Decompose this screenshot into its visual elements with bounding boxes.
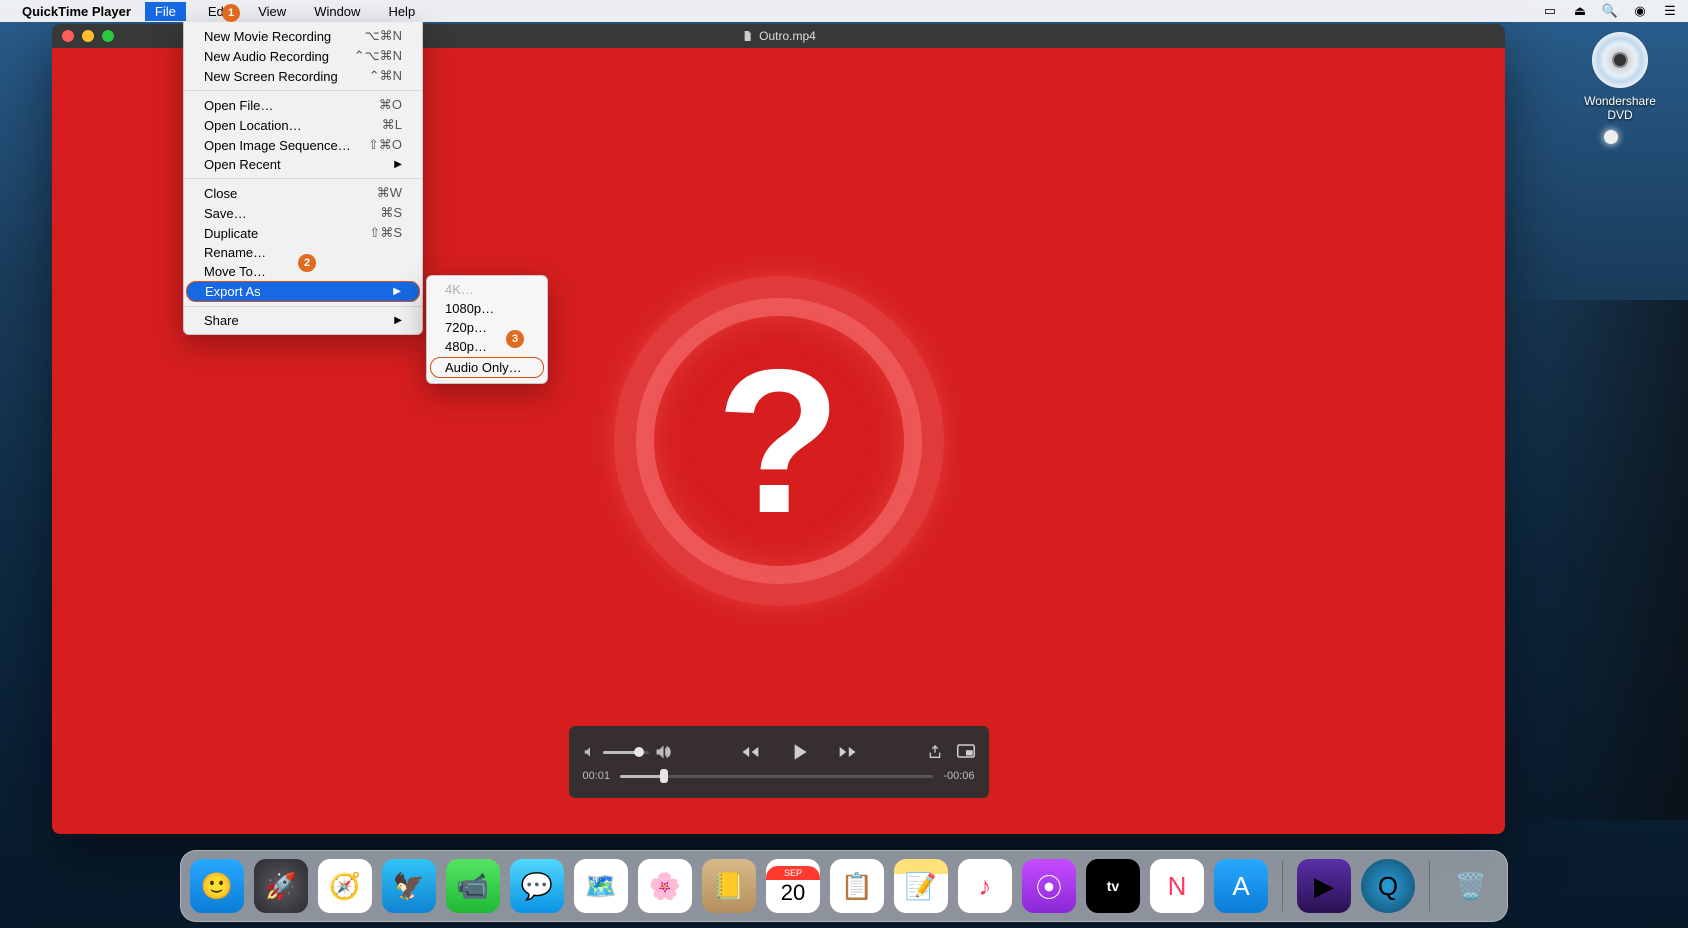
eject-icon[interactable]: ⏏ bbox=[1572, 3, 1588, 19]
fast-forward-button[interactable] bbox=[836, 742, 860, 762]
menu-open-location[interactable]: Open Location…⌘L bbox=[184, 115, 422, 135]
menu-duplicate[interactable]: Duplicate⇧⌘S bbox=[184, 223, 422, 243]
menu-share[interactable]: Share▶ bbox=[184, 311, 422, 330]
volume-slider[interactable] bbox=[603, 751, 649, 754]
siri-icon[interactable]: ◉ bbox=[1632, 3, 1648, 19]
dock-calendar[interactable]: SEP20 bbox=[766, 859, 820, 913]
play-button[interactable] bbox=[786, 739, 812, 765]
separator bbox=[184, 178, 422, 179]
dock-news[interactable]: N bbox=[1150, 859, 1204, 913]
separator bbox=[184, 90, 422, 91]
volume-high-icon[interactable] bbox=[655, 744, 671, 760]
menu-open-image-sequence[interactable]: Open Image Sequence…⇧⌘O bbox=[184, 135, 422, 155]
export-480p[interactable]: 480p… bbox=[427, 337, 547, 356]
dock-music[interactable]: ♪ bbox=[958, 859, 1012, 913]
window-title: Outro.mp4 bbox=[759, 29, 816, 43]
document-icon bbox=[741, 30, 753, 42]
annotation-badge-1: 1 bbox=[222, 4, 240, 22]
separator bbox=[184, 306, 422, 307]
pip-icon[interactable] bbox=[957, 744, 975, 758]
desktop-icon-label: Wondershare DVD bbox=[1570, 94, 1670, 122]
dock-appstore[interactable]: A bbox=[1214, 859, 1268, 913]
export-4k: 4K… bbox=[427, 280, 547, 299]
menu-open-file[interactable]: Open File…⌘O bbox=[184, 95, 422, 115]
video-graphic: ? bbox=[614, 276, 944, 606]
dock-photos[interactable]: 🌸 bbox=[638, 859, 692, 913]
export-720p[interactable]: 720p… bbox=[427, 318, 547, 337]
menu-view[interactable]: View bbox=[252, 2, 292, 21]
menu-file[interactable]: File bbox=[145, 2, 186, 21]
export-as-submenu: 4K… 1080p… 720p… 480p… Audio Only… bbox=[426, 275, 548, 384]
menu-new-audio-recording[interactable]: New Audio Recording⌃⌥⌘N bbox=[184, 46, 422, 66]
menu-new-movie-recording[interactable]: New Movie Recording⌥⌘N bbox=[184, 26, 422, 46]
desktop-dvd-icon[interactable]: Wondershare DVD bbox=[1570, 32, 1670, 122]
window-minimize-button[interactable] bbox=[82, 30, 94, 42]
dock-mail[interactable]: 🦅 bbox=[382, 859, 436, 913]
dock-podcasts[interactable]: ⦿ bbox=[1022, 859, 1076, 913]
app-menu[interactable]: QuickTime Player bbox=[22, 4, 131, 19]
annotation-badge-3: 3 bbox=[506, 330, 524, 348]
dock-contacts[interactable]: 📒 bbox=[702, 859, 756, 913]
menu-help[interactable]: Help bbox=[382, 2, 421, 21]
dock-facetime[interactable]: 📹 bbox=[446, 859, 500, 913]
spotlight-search-icon[interactable]: 🔍 bbox=[1602, 3, 1618, 19]
menu-new-screen-recording[interactable]: New Screen Recording⌃⌘N bbox=[184, 66, 422, 86]
dock-separator bbox=[1282, 861, 1283, 911]
volume-mute-icon[interactable] bbox=[583, 745, 597, 759]
dock-trash[interactable]: 🗑️ bbox=[1444, 859, 1498, 913]
time-remaining: -00:06 bbox=[943, 770, 974, 782]
window-maximize-button[interactable] bbox=[102, 30, 114, 42]
dvd-disc-icon bbox=[1592, 32, 1648, 88]
dock-maps[interactable]: 🗺️ bbox=[574, 859, 628, 913]
menu-save[interactable]: Save…⌘S bbox=[184, 203, 422, 223]
airplay-icon[interactable]: ▭ bbox=[1542, 3, 1558, 19]
share-icon[interactable] bbox=[927, 744, 943, 760]
file-menu-dropdown: New Movie Recording⌥⌘N New Audio Recordi… bbox=[183, 22, 423, 335]
dock: 🙂 🚀 🧭 🦅 📹 💬 🗺️ 🌸 📒 SEP20 📋 📝 ♪ ⦿ tv N A … bbox=[180, 850, 1508, 922]
dock-separator bbox=[1429, 861, 1430, 911]
dock-reminders[interactable]: 📋 bbox=[830, 859, 884, 913]
dock-finder[interactable]: 🙂 bbox=[190, 859, 244, 913]
dock-messages[interactable]: 💬 bbox=[510, 859, 564, 913]
annotation-badge-2: 2 bbox=[298, 254, 316, 272]
export-audio-only[interactable]: Audio Only… bbox=[430, 357, 544, 378]
rewind-button[interactable] bbox=[738, 742, 762, 762]
export-1080p[interactable]: 1080p… bbox=[427, 299, 547, 318]
dock-safari[interactable]: 🧭 bbox=[318, 859, 372, 913]
control-center-icon[interactable]: ☰ bbox=[1662, 3, 1678, 19]
menu-bar: QuickTime Player File Edit View Window H… bbox=[0, 0, 1688, 22]
menu-export-as[interactable]: Export As▶ bbox=[186, 281, 420, 302]
dock-launchpad[interactable]: 🚀 bbox=[254, 859, 308, 913]
dock-notes[interactable]: 📝 bbox=[894, 859, 948, 913]
window-close-button[interactable] bbox=[62, 30, 74, 42]
player-controls: 00:01 -00:06 bbox=[569, 726, 989, 798]
dock-appletv[interactable]: tv bbox=[1086, 859, 1140, 913]
menu-close[interactable]: Close⌘W bbox=[184, 183, 422, 203]
dock-quicktime[interactable]: Q bbox=[1361, 859, 1415, 913]
time-elapsed: 00:01 bbox=[583, 770, 611, 782]
question-mark-icon: ? bbox=[716, 339, 841, 544]
dock-uniconverter[interactable]: ▶ bbox=[1297, 859, 1351, 913]
scrubber[interactable] bbox=[620, 775, 933, 778]
menu-open-recent[interactable]: Open Recent▶ bbox=[184, 155, 422, 174]
menu-window[interactable]: Window bbox=[308, 2, 366, 21]
